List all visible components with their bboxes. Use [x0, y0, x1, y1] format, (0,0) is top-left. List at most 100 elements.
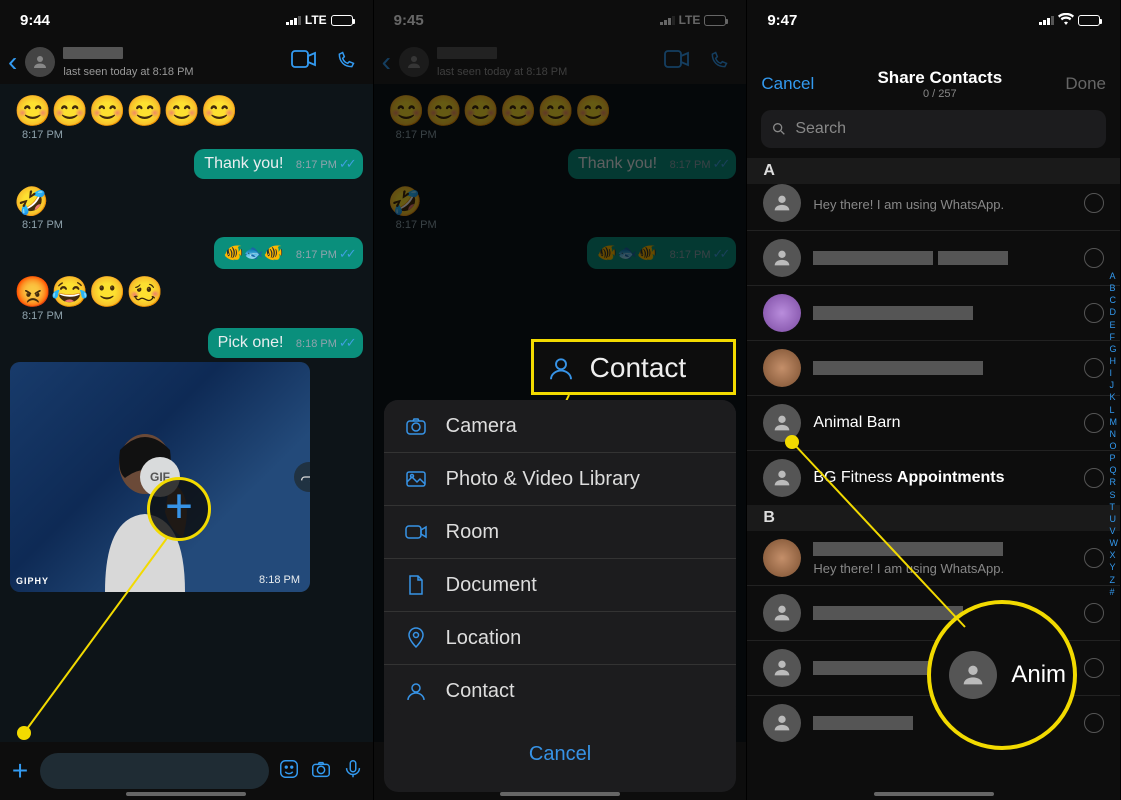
video-call-button[interactable] — [664, 50, 690, 75]
index-letter[interactable]: T — [1110, 501, 1119, 513]
chat-body[interactable]: 😊😊😊😊😊😊 8:17 PM Thank you! 8:17 PM✓✓ 🤣 8:… — [0, 84, 373, 742]
share-count: 0 / 257 — [877, 88, 1002, 100]
contact-row[interactable] — [747, 585, 1120, 640]
index-letter[interactable]: Z — [1110, 574, 1119, 586]
wifi-icon — [1058, 12, 1074, 28]
message-input[interactable] — [40, 753, 269, 789]
video-call-button[interactable] — [291, 50, 317, 75]
message-fish[interactable]: 🐠🐟🐠 8:17 PM✓✓ — [214, 237, 363, 269]
index-letter[interactable]: W — [1110, 537, 1119, 549]
index-letter[interactable]: F — [1110, 331, 1119, 343]
sheet-cancel[interactable]: Cancel — [384, 727, 737, 782]
contact-name[interactable] — [63, 47, 123, 59]
index-letter[interactable]: E — [1110, 319, 1119, 331]
message-emoji-row-2[interactable]: 😡😂🙂🥴 8:17 PM — [10, 273, 167, 324]
select-circle[interactable] — [1084, 713, 1104, 733]
contact-row[interactable] — [747, 285, 1120, 340]
index-letter[interactable]: P — [1110, 452, 1119, 464]
index-letter[interactable]: B — [1110, 282, 1119, 294]
index-letter[interactable]: Q — [1110, 464, 1119, 476]
status-bar: 9:45 LTE — [374, 0, 747, 40]
select-circle[interactable] — [1084, 193, 1104, 213]
sheet-photo-library[interactable]: Photo & Video Library — [384, 452, 737, 505]
select-circle[interactable] — [1084, 548, 1104, 568]
sheet-label: Photo & Video Library — [446, 468, 640, 491]
home-indicator — [874, 792, 994, 796]
back-button[interactable]: ‹ — [8, 48, 17, 76]
index-letter[interactable]: J — [1110, 379, 1119, 391]
contact-name — [813, 359, 1072, 377]
select-circle[interactable] — [1084, 603, 1104, 623]
index-letter[interactable]: R — [1110, 476, 1119, 488]
message-time: 8:17 PM✓✓ — [296, 246, 353, 262]
cancel-button[interactable]: Cancel — [761, 74, 814, 94]
message-text: 😊😊😊😊😊😊 — [14, 95, 238, 128]
index-letter[interactable]: N — [1110, 428, 1119, 440]
index-letter[interactable]: V — [1110, 525, 1119, 537]
index-letter[interactable]: H — [1110, 355, 1119, 367]
select-circle[interactable] — [1084, 303, 1104, 323]
share-header: Cancel Share Contacts 0 / 257 Done — [747, 58, 1120, 100]
status-bar: 9:44 LTE — [0, 0, 373, 40]
contact-name[interactable] — [437, 47, 497, 59]
select-circle[interactable] — [1084, 413, 1104, 433]
sticker-button[interactable] — [277, 758, 301, 785]
contact-name: Hey there! I am using WhatsApp. — [813, 541, 1072, 576]
index-letter[interactable]: # — [1110, 586, 1119, 598]
attachment-plus-button[interactable]: + — [8, 755, 32, 787]
index-letter[interactable]: G — [1110, 343, 1119, 355]
select-circle[interactable] — [1084, 358, 1104, 378]
index-letter[interactable]: A — [1110, 270, 1119, 282]
contact-status: Hey there! I am using WhatsApp. — [813, 197, 1072, 212]
index-letter[interactable]: M — [1110, 416, 1119, 428]
contact-row[interactable]: Hey there! I am using WhatsApp. — [747, 184, 1120, 230]
voice-call-button[interactable] — [333, 50, 359, 75]
search-input[interactable]: Search — [761, 110, 1106, 148]
index-letter[interactable]: Y — [1110, 561, 1119, 573]
message-time: 8:17 PM — [22, 219, 63, 231]
sheet-room[interactable]: Room — [384, 505, 737, 558]
avatar[interactable] — [25, 47, 55, 77]
contact-row[interactable] — [747, 340, 1120, 395]
gif-message[interactable]: GIF GIPHY 8:18 PM — [10, 362, 310, 592]
sheet-contact[interactable]: Contact — [384, 664, 737, 717]
sheet-camera[interactable]: Camera — [384, 400, 737, 452]
chat-header: ‹ last seen today at 8:18 PM — [0, 40, 373, 84]
index-letter[interactable]: K — [1110, 391, 1119, 403]
index-letter[interactable]: O — [1110, 440, 1119, 452]
contact-row[interactable]: Hey there! I am using WhatsApp. — [747, 531, 1120, 585]
index-letter[interactable]: U — [1110, 513, 1119, 525]
voice-call-button[interactable] — [706, 50, 732, 75]
contact-row[interactable] — [747, 230, 1120, 285]
camera-button[interactable] — [309, 758, 333, 785]
contact-row-animal-barn[interactable]: Animal Barn — [747, 395, 1120, 450]
done-button[interactable]: Done — [1065, 74, 1106, 94]
back-button[interactable]: ‹ — [382, 48, 391, 76]
select-circle[interactable] — [1084, 468, 1104, 488]
contact-avatar — [763, 539, 801, 577]
message-thank-you[interactable]: Thank you! 8:17 PM✓✓ — [194, 149, 362, 179]
index-letter[interactable]: X — [1110, 549, 1119, 561]
avatar[interactable] — [399, 47, 429, 77]
battery-icon — [704, 15, 726, 26]
sheet-label: Contact — [446, 680, 515, 703]
screenshot-1-chat: 9:44 LTE ‹ last seen today at 8:18 PM 😊� — [0, 0, 374, 800]
index-letter[interactable]: I — [1110, 367, 1119, 379]
sheet-location[interactable]: Location — [384, 611, 737, 664]
sheet-label: Document — [446, 574, 537, 597]
message-laugh[interactable]: 🤣 8:17 PM — [10, 183, 67, 233]
chat-header: ‹ last seen today at 8:18 PM — [374, 40, 747, 84]
alphabet-index[interactable]: ABCDEFGHIJKLMNOPQRSTUVWXYZ# — [1110, 270, 1119, 598]
select-circle[interactable] — [1084, 658, 1104, 678]
contact-row-bg-fitness[interactable]: BG Fitness Appointments — [747, 450, 1120, 505]
index-letter[interactable]: S — [1110, 489, 1119, 501]
select-circle[interactable] — [1084, 248, 1104, 268]
mic-button[interactable] — [341, 758, 365, 785]
index-letter[interactable]: D — [1110, 306, 1119, 318]
index-letter[interactable]: C — [1110, 294, 1119, 306]
index-letter[interactable]: L — [1110, 404, 1119, 416]
message-pick-one[interactable]: Pick one! 8:18 PM✓✓ — [208, 328, 363, 358]
network-label: LTE — [305, 13, 327, 27]
sheet-document[interactable]: Document — [384, 558, 737, 611]
message-emoji-row[interactable]: 😊😊😊😊😊😊 8:17 PM — [10, 92, 242, 145]
